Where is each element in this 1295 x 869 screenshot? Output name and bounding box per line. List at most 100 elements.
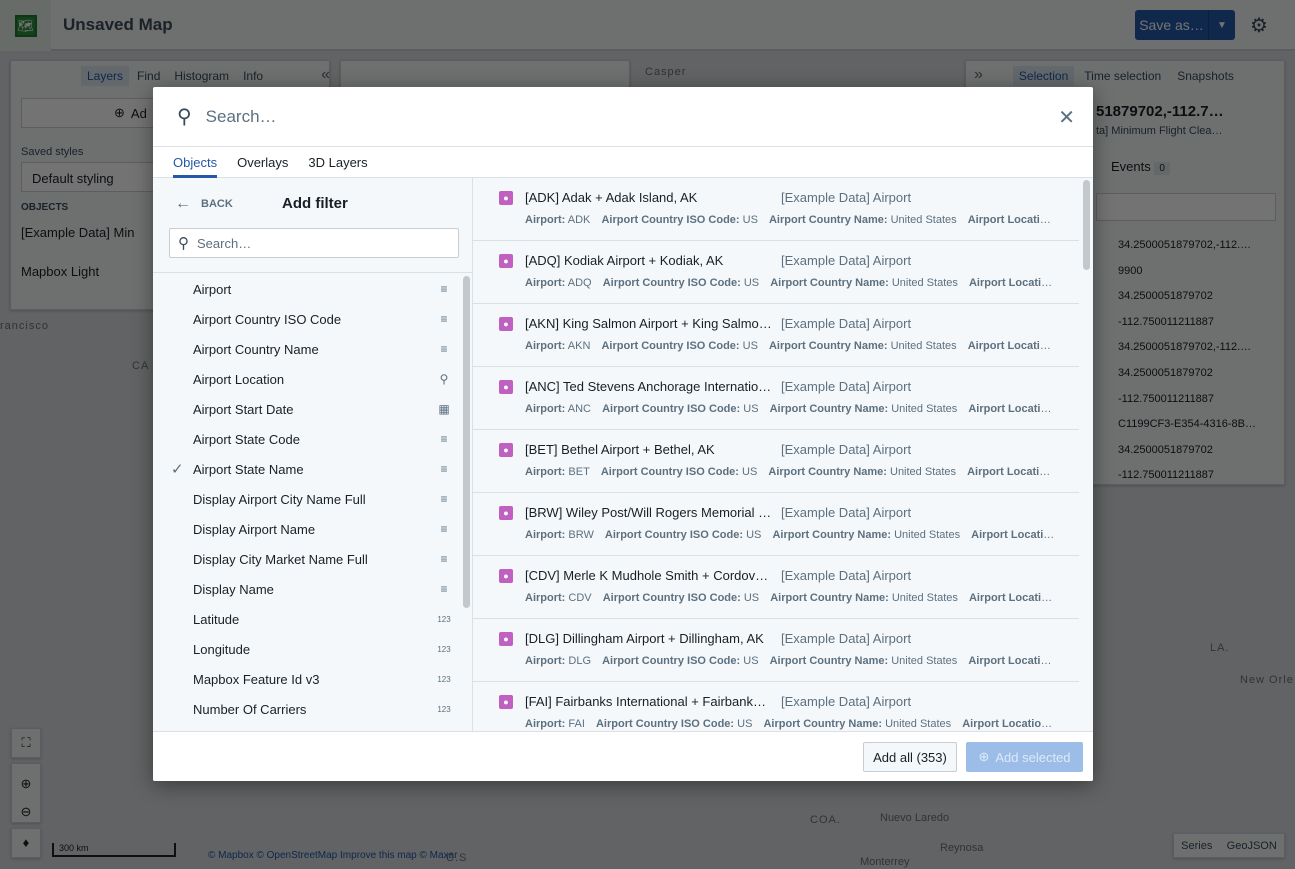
text-property-icon: ≡ [440,312,448,326]
prop-label: Airport Country ISO Code: [601,214,740,226]
result-row[interactable]: ● [AKN] King Salmon Airport + King Salmo… [473,304,1079,367]
prop-label: Airport: [525,529,566,541]
property-item[interactable]: Number Of Carriers 123 [153,694,459,724]
result-type: [Example Data] Airport [781,568,912,583]
save-as-button[interactable]: Save as… ▼ [1135,10,1235,40]
tab-find[interactable]: Find [131,66,166,86]
geojson-button[interactable]: GeoJSON [1227,840,1277,852]
result-title: [BET] Bethel Airport + Bethel, AK [525,442,715,457]
result-row[interactable]: ● [BRW] Wiley Post/Will Rogers Memorial … [473,493,1079,556]
property-value: 34.2500051879702 [1118,290,1213,303]
prop-label: Airport Location… [968,592,1055,604]
property-item[interactable]: Airport Country Name ≡ [153,334,459,364]
dialog-tabs: Objects Overlays 3D Layers [153,147,1093,178]
tab-time-selection[interactable]: Time selection [1078,66,1167,86]
prop-value: United States [890,340,957,352]
prop-value: CDV [568,592,592,604]
property-item[interactable]: Display Name ≡ [153,574,459,604]
result-type: [Example Data] Airport [781,694,912,709]
selection-subtitle: ta] Minimum Flight Clea… [1096,125,1223,137]
prop-value: United States [885,718,952,730]
tab-histogram[interactable]: Histogram [168,66,235,86]
tab-snapshots[interactable]: Snapshots [1171,66,1240,86]
property-item[interactable]: Display City Market Name Full ≡ [153,544,459,574]
property-item[interactable]: Latitude 123 [153,604,459,634]
result-row[interactable]: ● [BET] Bethel Airport + Bethel, AK [Exa… [473,430,1079,493]
prop-value: US [737,718,753,730]
prop-label: Airport Country ISO Code: [600,466,739,478]
property-item[interactable]: Airport ≡ [153,274,459,304]
property-item[interactable]: Airport Country ISO Code ≡ [153,304,459,334]
zoom-out-icon[interactable]: ⊖ [12,798,40,826]
compass-icon[interactable]: ♦ [11,828,41,858]
property-name: Airport [193,281,232,297]
prop-value: DLG [568,655,592,667]
property-name: Airport State Name [193,461,304,477]
prop-label: Airport Country Name: [768,466,887,478]
property-item[interactable]: ✓ Airport State Name ≡ [153,454,459,484]
property-item[interactable]: Airport State Code ≡ [153,424,459,454]
tab-overlays[interactable]: Overlays [237,147,288,178]
expand-icon[interactable]: » [974,66,983,86]
property-item[interactable]: Longitude 123 [153,634,459,664]
tab-3d-layers[interactable]: 3D Layers [308,147,367,178]
result-row[interactable]: ● [ADQ] Kodiak Airport + Kodiak, AK [Exa… [473,241,1079,304]
prop-label: Airport Country Name: [763,718,883,730]
property-name: Display Airport Name [193,521,316,537]
map-label: Casper [645,66,687,78]
fit-bounds-icon[interactable]: ⛶ [11,728,41,758]
property-item[interactable]: Display Airport City Name Full ≡ [153,484,459,514]
collapse-icon[interactable]: « [321,66,330,86]
add-all-button[interactable]: Add all (353) [863,742,957,772]
result-properties: Airport: FAI Airport Country ISO Code: U… [525,718,1055,730]
add-selected-button[interactable]: ⊕ Add selected [966,742,1083,772]
save-as-label[interactable]: Save as… [1135,10,1209,40]
gear-icon[interactable]: ⚙ [1250,13,1268,38]
filter-search-input[interactable]: ⚲ Search… [169,228,459,258]
prop-value: US [742,466,758,478]
property-name: Mapbox Feature Id v3 [193,671,320,687]
back-button[interactable]: ← BACK [175,195,233,213]
tab-info[interactable]: Info [237,66,269,86]
scrollbar[interactable] [1083,180,1090,270]
property-item[interactable]: Airport Location ⚲ [153,364,459,394]
plus-circle-icon: ⊕ [978,749,990,764]
property-item[interactable]: Airport Start Date ▦ [153,394,459,424]
property-item[interactable]: Mapbox Feature Id v3 123 [153,664,459,694]
result-row[interactable]: ● [ANC] Ted Stevens Anchorage Internatio… [473,367,1079,430]
tab-layers[interactable]: Layers [81,66,130,86]
property-item[interactable]: Display Airport Name ≡ [153,514,459,544]
series-button[interactable]: Series [1181,840,1212,852]
close-icon[interactable]: ✕ [1058,105,1075,130]
result-row[interactable]: ● [ADK] Adak + Adak Island, AK [Example … [473,178,1079,241]
property-value: 34.2500051879702,-112.… [1118,239,1252,251]
map-attribution[interactable]: © Mapbox © OpenStreetMap Improve this ma… [208,850,457,861]
filter-search-placeholder: Search… [197,235,252,251]
result-row[interactable]: ● [DLG] Dillingham Airport + Dillingham,… [473,619,1079,682]
property-name: Airport Location [193,371,285,387]
property-value: -112.750011211887 [1118,469,1215,482]
result-row[interactable]: ● [CDV] Merle K Mudhole Smith + Cordova…… [473,556,1079,619]
selection-filter-input[interactable] [1096,193,1276,221]
map-title[interactable]: Unsaved Map [63,15,173,35]
result-properties: Airport: BRW Airport Country ISO Code: U… [525,529,1055,541]
dialog-search: ⚲ Search… [153,87,1093,147]
export-buttons: Series GeoJSON [1173,833,1285,858]
prop-value: US [746,529,762,541]
map-marker-icon: ● [499,380,513,394]
search-input[interactable]: Search… [206,107,277,127]
events-tab[interactable]: Events 0 [1111,159,1170,175]
map-label: Nuevo Laredo [880,812,950,824]
scrollbar[interactable] [463,276,470,608]
map-marker-icon: ● [499,506,513,520]
calendar-icon: ▦ [438,402,450,416]
result-title: [ANC] Ted Stevens Anchorage Internatio… [525,379,772,394]
result-row[interactable]: ● [FAI] Fairbanks International + Fairba… [473,682,1079,731]
tab-objects[interactable]: Objects [173,147,218,178]
tab-selection[interactable]: Selection [1012,66,1075,86]
prop-value: US [743,277,760,289]
property-name: Latitude [193,611,240,627]
chevron-down-icon[interactable]: ▼ [1209,10,1235,40]
zoom-in-icon[interactable]: ⊕ [12,770,40,798]
prop-label: Airport: [525,214,566,226]
